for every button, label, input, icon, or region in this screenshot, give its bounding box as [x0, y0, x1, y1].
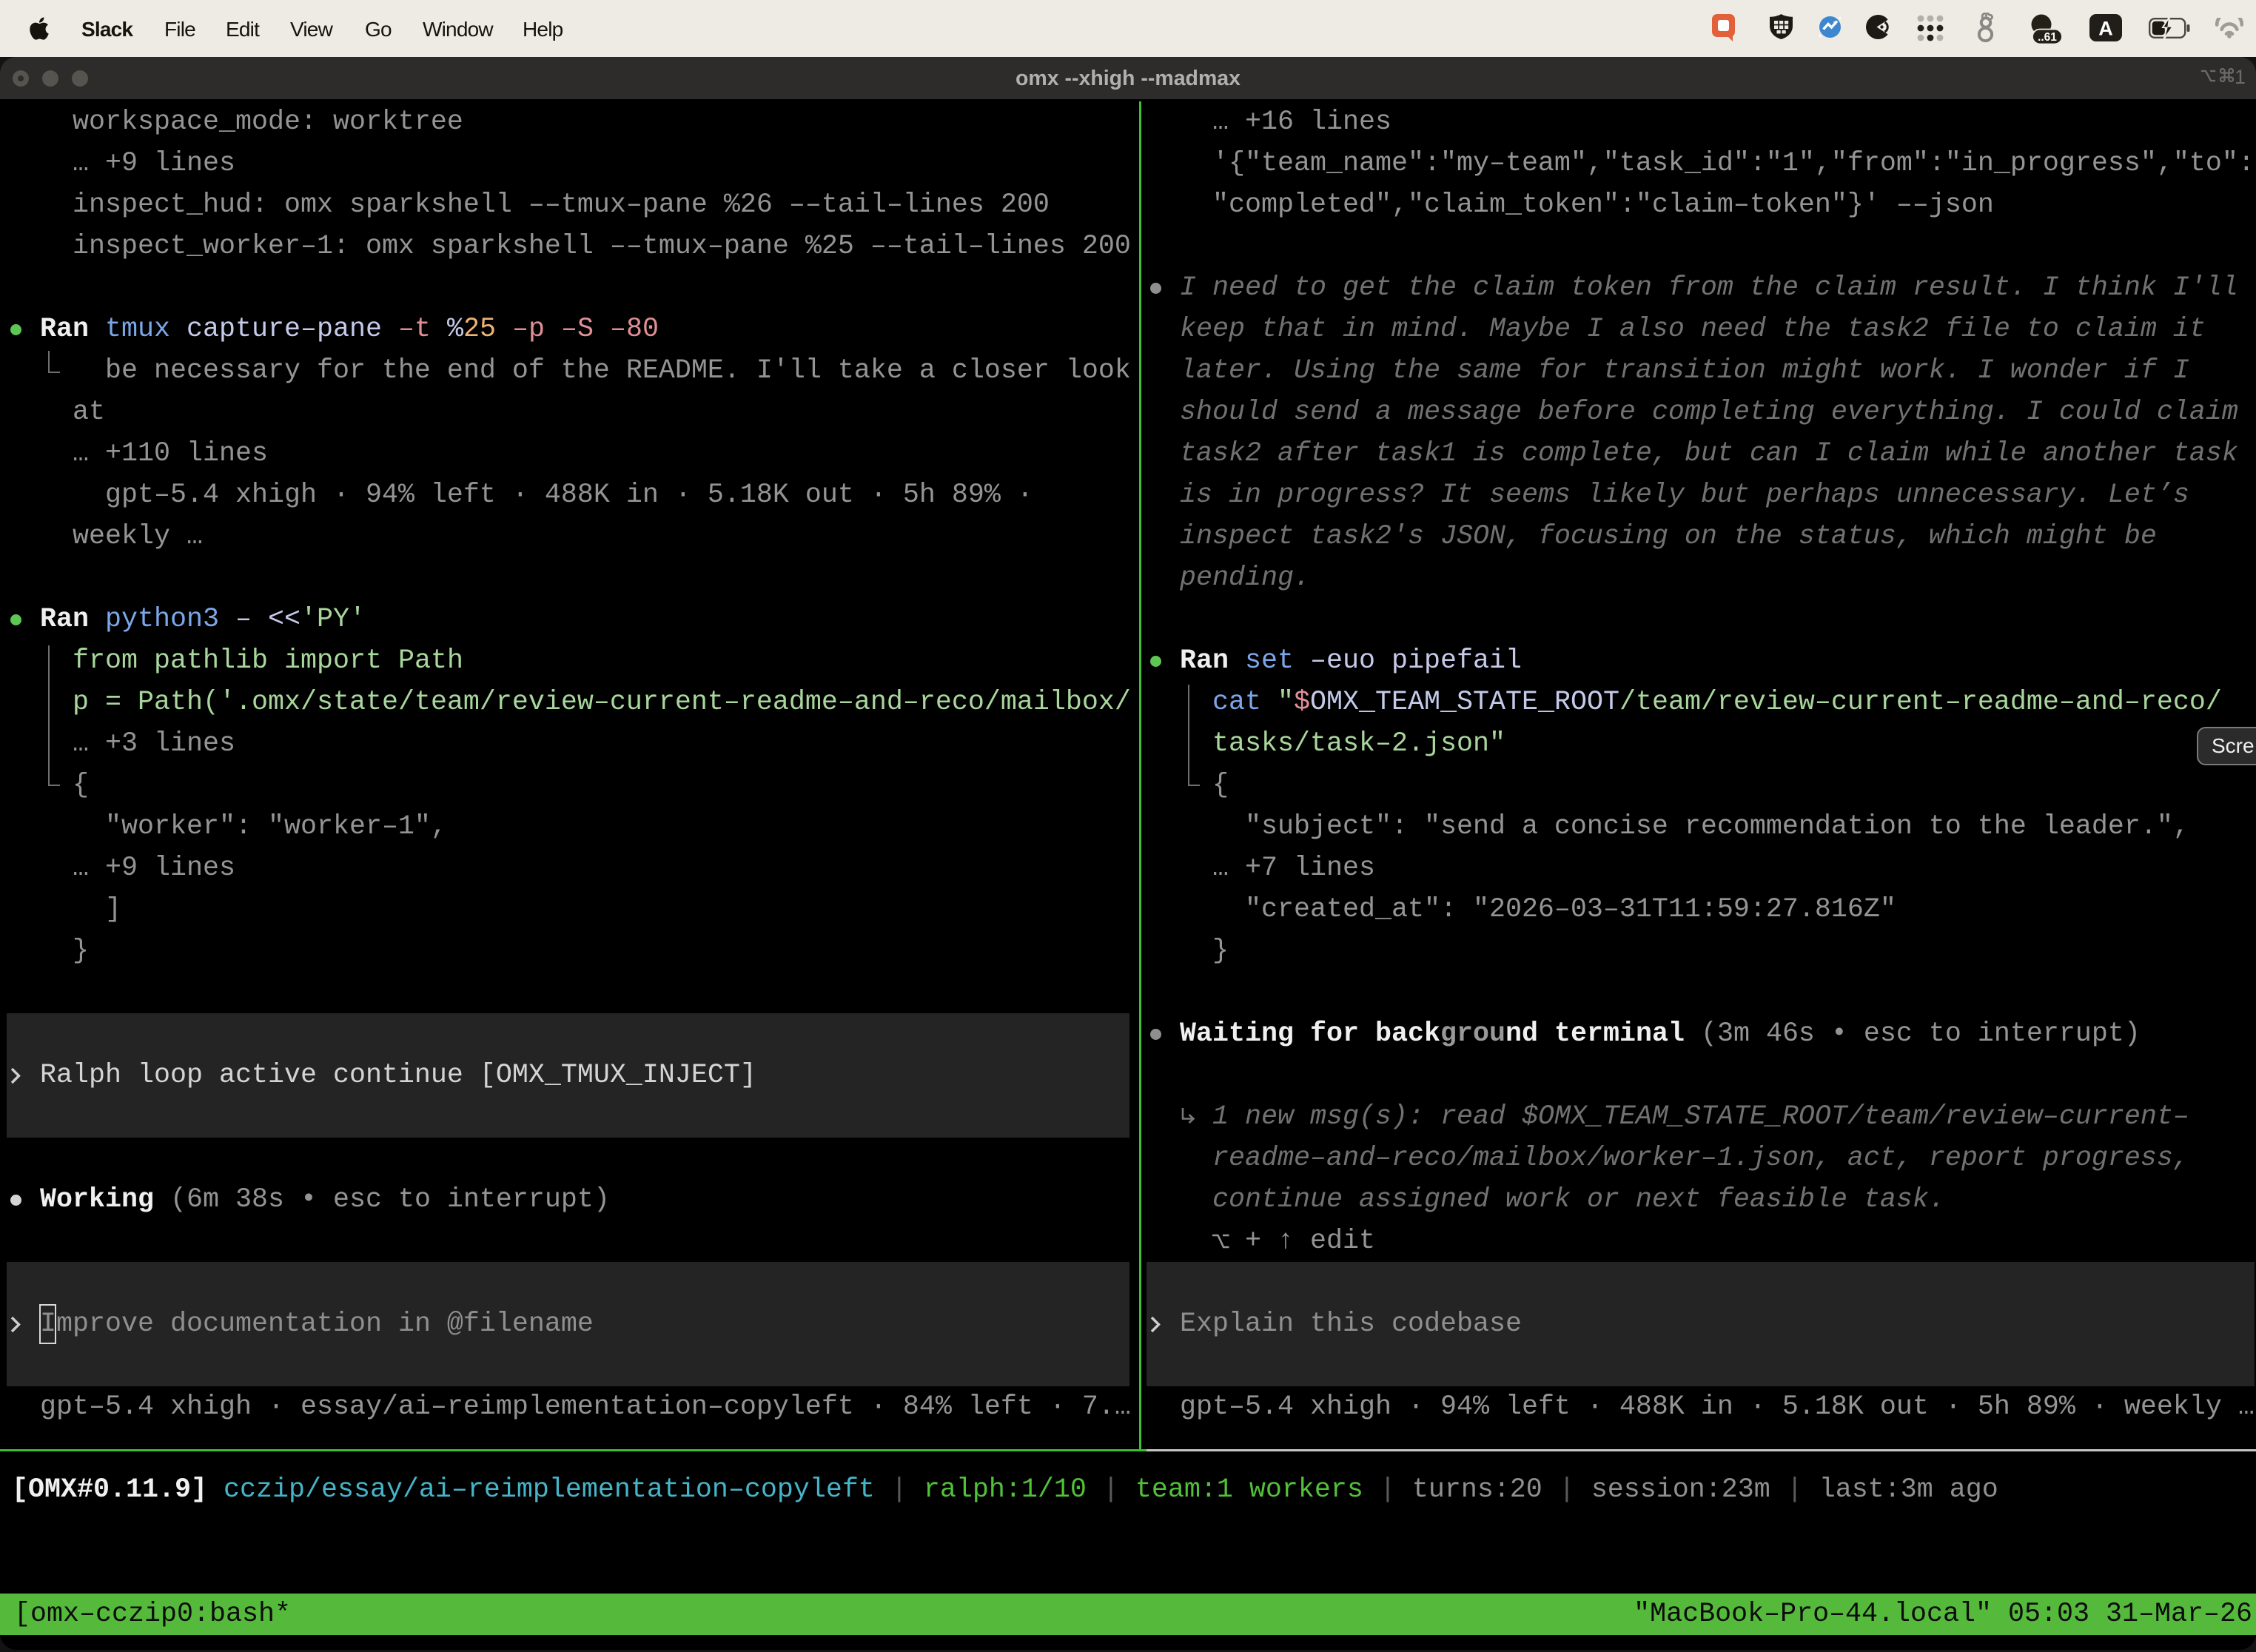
svg-text:..61: ..61	[2038, 31, 2057, 44]
svg-text:A: A	[2098, 18, 2113, 40]
